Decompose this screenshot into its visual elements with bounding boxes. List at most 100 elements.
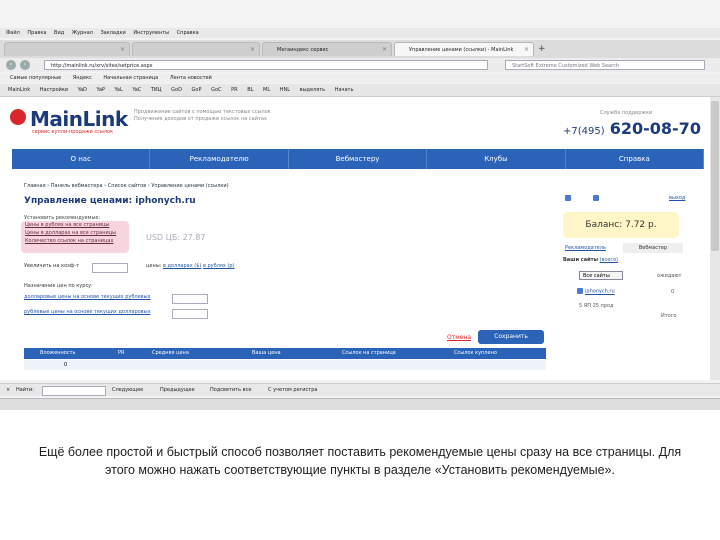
sites-count-link[interactable]: (всего) (600, 257, 618, 263)
bookmark-item[interactable]: Начальная страница (103, 75, 158, 81)
menu-file[interactable]: Файл (6, 30, 20, 36)
recommended-dollars-link[interactable]: Цены в долларах на все страницы (21, 229, 129, 237)
mainlink-toolbar: MainLink Настройки YaD YaP YaL YaC ТИЦ G… (0, 84, 720, 97)
panel-tabs: Рекламодатель Вебмастер (557, 243, 687, 253)
user-icon[interactable] (565, 195, 571, 201)
support-phone: +7(495) 620-08-70 (563, 119, 701, 138)
coefficient-input[interactable] (92, 263, 128, 273)
menu-history[interactable]: Журнал (72, 30, 93, 36)
recommended-rubles-link[interactable]: Цены в рублях на все страницы (21, 221, 129, 229)
exit-link[interactable]: выход (669, 195, 685, 201)
prices-label: цены: (146, 263, 162, 269)
toolbar-item[interactable]: YaP (97, 87, 105, 93)
stat-waiting: ожидают (657, 273, 682, 279)
bookmark-item[interactable]: Лента новостей (170, 75, 212, 81)
cancel-link[interactable]: Отмена (447, 334, 471, 341)
main-nav: О нас Рекламодателю Вебмастеру Клубы Спр… (12, 149, 705, 169)
course-input-2[interactable] (172, 309, 208, 319)
mail-icon[interactable] (593, 195, 599, 201)
toolbar-item[interactable]: PR (231, 87, 238, 93)
address-bar[interactable]: http://mainlink.ru/xrv/sites/setprice.as… (44, 60, 488, 70)
dollar-prices-link[interactable]: долларовые цены на основе текущих рублев… (24, 294, 151, 300)
toolbar-item[interactable]: YaD (78, 87, 87, 93)
toolbar-item[interactable]: ТИЦ (151, 87, 162, 93)
raise-rubles-link[interactable]: в рублях (р) (203, 263, 235, 269)
navigation-bar: ‹ › http://mainlink.ru/xrv/sites/setpric… (0, 58, 720, 72)
menu-bookmarks[interactable]: Закладки (100, 30, 125, 36)
find-input[interactable] (42, 386, 106, 396)
price-table-header: Вложенность PR Средняя цена Ваша цена Сс… (24, 348, 546, 359)
nav-advertiser[interactable]: Рекламодателю (150, 149, 289, 169)
close-icon[interactable]: × (250, 43, 255, 57)
toolbar-item[interactable]: HNL (280, 87, 290, 93)
nav-help[interactable]: Справка (566, 149, 705, 169)
scroll-thumb[interactable] (711, 101, 719, 251)
vertical-scrollbar[interactable] (710, 97, 720, 380)
browser-tab-active[interactable]: Управление ценами (ссылки) - MainLink × (394, 42, 534, 56)
stat-total: Итого (661, 313, 677, 319)
tab-advertiser[interactable]: Рекламодатель (565, 243, 606, 253)
toolbar-item[interactable]: GoD (171, 87, 182, 93)
new-tab-button[interactable]: + (538, 44, 546, 54)
close-icon[interactable]: × (6, 384, 10, 396)
tab-webmaster[interactable]: Вебмастер (623, 243, 683, 253)
breadcrumb[interactable]: Главная › Панель вебмастера › Список сай… (24, 183, 229, 189)
ruble-prices-link[interactable]: рублевые цены на основе текущих долларов… (24, 309, 151, 315)
save-button[interactable]: Сохранить (478, 330, 544, 344)
toolbar-item[interactable]: MainLink (8, 87, 30, 93)
close-icon[interactable]: × (382, 43, 387, 57)
site-list-item[interactable]: iphonych.ru (577, 288, 615, 295)
toolbar-item[interactable]: GoC (211, 87, 221, 93)
bookmark-item[interactable]: Яндекс (73, 75, 92, 81)
logo-text: MainLink (30, 107, 128, 131)
menu-view[interactable]: Вид (54, 30, 64, 36)
match-case-checkbox[interactable]: С учетом регистра (268, 384, 317, 396)
tab-strip: × × Мегаиндекс сервис × Управление ценами… (0, 40, 720, 58)
recommended-count-link[interactable]: Количество ссылок на страницах (21, 237, 129, 245)
browser-tab[interactable]: × (132, 42, 260, 56)
bookmark-item[interactable]: Самые популярные (10, 75, 61, 81)
close-icon[interactable]: × (120, 43, 125, 57)
toolbar-item[interactable]: выделять (300, 87, 326, 93)
nav-webmaster[interactable]: Вебмастеру (289, 149, 428, 169)
toolbar-item[interactable]: GoP (192, 87, 202, 93)
course-input-1[interactable] (172, 294, 208, 304)
menu-edit[interactable]: Правка (27, 30, 46, 36)
nav-clubs[interactable]: Клубы (427, 149, 566, 169)
phone-code: +7(495) (563, 126, 605, 137)
highlight-all-button[interactable]: Подсветить все (210, 384, 251, 396)
phone-number: 620-08-70 (609, 119, 701, 138)
col-links-on-page[interactable]: Ссылок на странице (342, 348, 396, 359)
col-your-price[interactable]: Ваша цена (252, 348, 281, 359)
web-page: MainLink сервис купли-продажи ссылок Про… (0, 97, 710, 380)
back-arrow-icon[interactable]: ‹ (6, 60, 16, 70)
toolbar-item[interactable]: BL (247, 87, 253, 93)
web-search-input[interactable]: StartSoft Extreme Customized Web Search (505, 60, 705, 70)
menu-help[interactable]: Справка (177, 30, 199, 36)
sites-select[interactable]: Все сайты (579, 271, 623, 280)
col-links-bought[interactable]: Ссылок куплено (454, 348, 497, 359)
recommended-links-highlight: Цены в рублях на все страницы Цены в дол… (21, 221, 129, 253)
browser-tab[interactable]: Мегаиндекс сервис × (262, 42, 392, 56)
toolbar-item[interactable]: ML (263, 87, 270, 93)
toolbar-item[interactable]: Начать (335, 87, 354, 93)
site-name[interactable]: iphonych.ru (585, 289, 615, 295)
browser-tab[interactable]: × (4, 42, 130, 56)
tab-label: Мегаиндекс сервис (277, 47, 329, 53)
col-pr[interactable]: PR (118, 348, 125, 359)
site-icon (577, 288, 583, 294)
raise-dollars-link[interactable]: в долларах ($) (163, 263, 201, 269)
forward-arrow-icon[interactable]: › (20, 60, 30, 70)
menu-tools[interactable]: Инструменты (133, 30, 169, 36)
col-avg-price[interactable]: Средняя цена (152, 348, 189, 359)
col-depth[interactable]: Вложенность (40, 348, 75, 359)
toolbar-item[interactable]: Настройки (40, 87, 68, 93)
nav-about[interactable]: О нас (12, 149, 151, 169)
page-title: Управление ценами: iphonych.ru (24, 196, 196, 206)
find-next-button[interactable]: Следующее (112, 384, 143, 396)
toolbar-item[interactable]: YaL (115, 87, 123, 93)
balance-box: Баланс: 7.72 р. (563, 212, 679, 238)
find-prev-button[interactable]: Предыдущее (160, 384, 195, 396)
toolbar-item[interactable]: YaC (132, 87, 141, 93)
close-icon[interactable]: × (524, 43, 529, 57)
